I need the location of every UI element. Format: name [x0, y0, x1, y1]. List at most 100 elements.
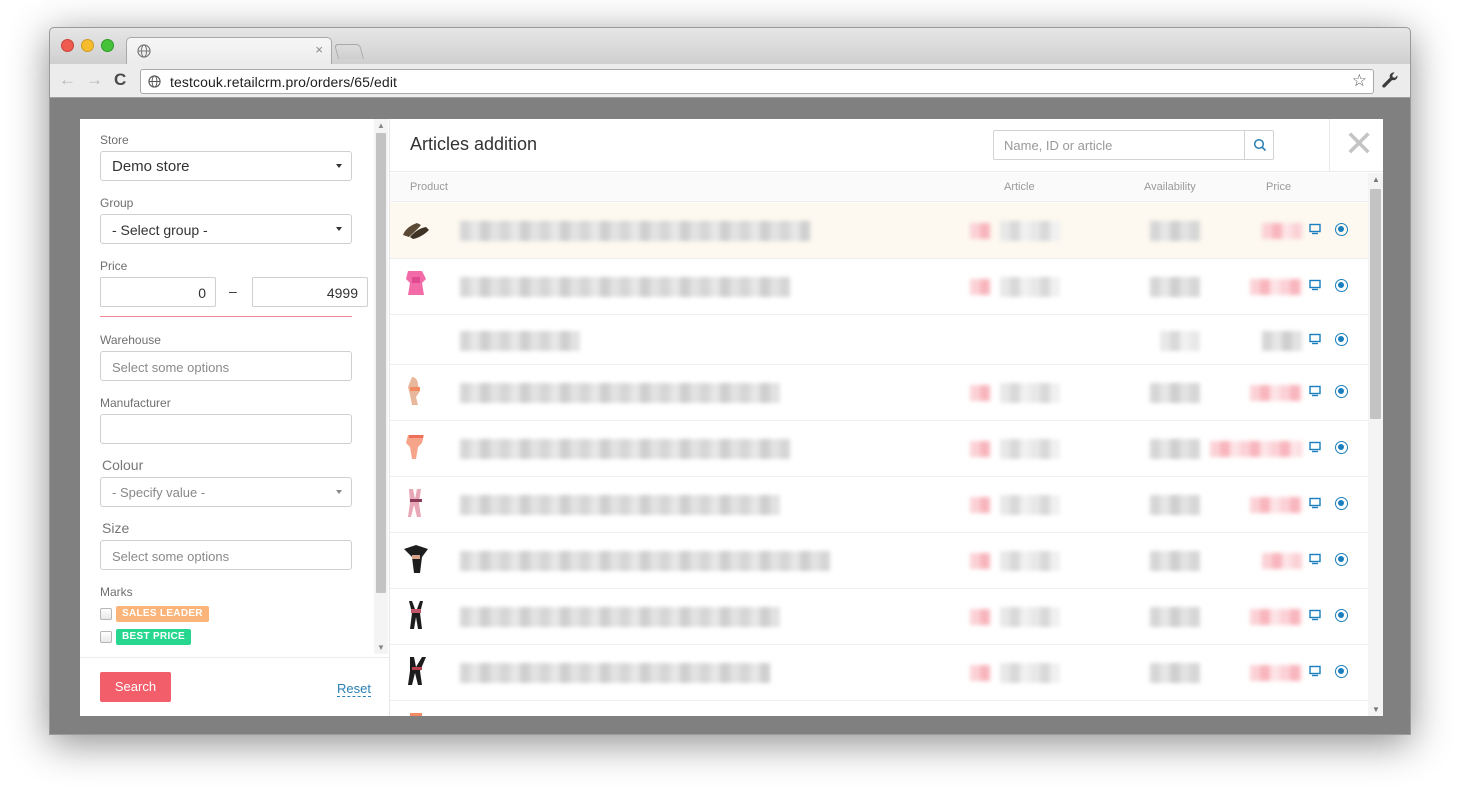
price-divider	[100, 316, 352, 317]
filter-footer: Search Reset	[80, 657, 389, 716]
colour-select-value: - Specify value -	[112, 485, 206, 500]
column-availability[interactable]: Availability	[1144, 181, 1196, 193]
group-select[interactable]: - Select group -	[100, 214, 352, 244]
monitor-icon[interactable]	[1309, 609, 1321, 621]
scroll-up-icon[interactable]: ▲	[1372, 175, 1380, 184]
monitor-icon[interactable]	[1309, 279, 1321, 291]
search-button[interactable]: Search	[100, 672, 171, 702]
monitor-icon[interactable]	[1309, 385, 1321, 397]
store-select[interactable]: Demo store	[100, 151, 352, 181]
blurred-marker	[970, 223, 990, 239]
blurred-article	[1000, 277, 1060, 297]
select-radio[interactable]	[1335, 665, 1348, 678]
articles-panel: Articles addition Name, ID or article ✕	[390, 119, 1383, 716]
table-row[interactable]	[390, 533, 1368, 589]
sales-leader-badge: SALES LEADER	[116, 606, 209, 622]
articles-table-header: Product Article Availability Price	[390, 173, 1368, 202]
blurred-product-name	[460, 495, 780, 515]
new-tab-button[interactable]	[333, 44, 365, 59]
table-row[interactable]	[390, 645, 1368, 701]
title-bar: ×	[50, 28, 1410, 64]
price-max-input[interactable]: 4999	[252, 277, 368, 307]
url-text[interactable]: testcouk.retailcrm.pro/orders/65/edit	[170, 74, 397, 90]
column-price[interactable]: Price	[1266, 181, 1291, 193]
scroll-down-icon[interactable]: ▼	[377, 643, 385, 652]
manufacturer-input[interactable]	[100, 414, 352, 444]
table-row[interactable]	[390, 365, 1368, 421]
scroll-down-icon[interactable]: ▼	[1372, 705, 1380, 714]
blurred-price	[1262, 331, 1302, 351]
blurred-availability	[1150, 607, 1200, 627]
tab-close-icon[interactable]: ×	[315, 42, 323, 57]
monitor-icon[interactable]	[1309, 441, 1321, 453]
price-separator: –	[229, 283, 237, 299]
warehouse-label: Warehouse	[100, 333, 161, 347]
blurred-article	[1000, 439, 1060, 459]
price-label: Price	[100, 259, 128, 273]
articles-scrollbar[interactable]: ▲ ▼	[1368, 173, 1383, 716]
select-radio[interactable]	[1335, 279, 1348, 292]
articles-scroll-thumb[interactable]	[1370, 189, 1381, 419]
browser-tab[interactable]: ×	[126, 37, 332, 64]
article-search-button[interactable]	[1244, 131, 1273, 159]
monitor-icon[interactable]	[1309, 665, 1321, 677]
table-row[interactable]	[390, 259, 1368, 315]
best-price-checkbox[interactable]	[100, 631, 112, 643]
select-radio[interactable]	[1335, 223, 1348, 236]
warehouse-multiselect[interactable]: Select some options	[100, 351, 352, 381]
table-row[interactable]	[390, 589, 1368, 645]
table-row[interactable]	[390, 315, 1368, 365]
minimize-window-button[interactable]	[81, 39, 94, 52]
articles-table-body	[390, 203, 1368, 716]
table-row[interactable]	[390, 421, 1368, 477]
filter-scroll-thumb[interactable]	[376, 133, 386, 593]
table-row[interactable]	[390, 477, 1368, 533]
globe-icon	[137, 44, 151, 58]
page-title: Articles addition	[410, 134, 538, 154]
reload-icon[interactable]: C	[114, 70, 126, 90]
colour-select[interactable]: - Specify value -	[100, 477, 352, 507]
articles-header: Articles addition Name, ID or article ✕	[390, 119, 1383, 172]
article-search-input[interactable]: Name, ID or article	[1004, 138, 1112, 153]
close-window-button[interactable]	[61, 39, 74, 52]
zoom-window-button[interactable]	[101, 39, 114, 52]
back-arrow-icon[interactable]: ←	[59, 70, 76, 90]
blurred-product-name	[460, 663, 770, 683]
address-bar[interactable]: testcouk.retailcrm.pro/orders/65/edit ☆	[140, 69, 1374, 94]
monitor-icon[interactable]	[1309, 333, 1321, 345]
product-thumbnail	[406, 271, 426, 295]
best-price-badge: BEST PRICE	[116, 629, 192, 645]
select-radio[interactable]	[1335, 333, 1348, 346]
monitor-icon[interactable]	[1309, 497, 1321, 509]
blurred-product-name	[460, 439, 790, 459]
select-radio[interactable]	[1335, 609, 1348, 622]
close-modal-button[interactable]: ✕	[1329, 119, 1383, 172]
price-min-input[interactable]: 0	[100, 277, 216, 307]
scroll-up-icon[interactable]: ▲	[377, 121, 385, 130]
filter-scrollbar[interactable]: ▲ ▼	[374, 119, 388, 654]
sales-leader-checkbox[interactable]	[100, 608, 112, 620]
blurred-marker	[970, 553, 990, 569]
product-thumbnail	[409, 601, 423, 629]
column-product[interactable]: Product	[410, 181, 448, 193]
blurred-marker	[970, 497, 990, 513]
blurred-marker	[970, 665, 990, 681]
bookmark-star-icon[interactable]: ☆	[1352, 71, 1367, 91]
select-radio[interactable]	[1335, 385, 1348, 398]
reset-link[interactable]: Reset	[337, 682, 371, 697]
blurred-price	[1250, 665, 1302, 681]
table-row[interactable]	[390, 701, 1368, 716]
select-radio[interactable]	[1335, 441, 1348, 454]
table-row[interactable]	[390, 203, 1368, 259]
monitor-icon[interactable]	[1309, 553, 1321, 565]
store-label: Store	[100, 133, 129, 147]
select-radio[interactable]	[1335, 497, 1348, 510]
monitor-icon[interactable]	[1309, 223, 1321, 235]
forward-arrow-icon[interactable]: →	[86, 70, 103, 90]
manufacturer-label: Manufacturer	[100, 396, 171, 410]
size-multiselect[interactable]: Select some options	[100, 540, 352, 570]
browser-toolbar: ← → C testcouk.retailcrm.pro/orders/65/e…	[50, 64, 1410, 98]
select-radio[interactable]	[1335, 553, 1348, 566]
column-article[interactable]: Article	[1004, 181, 1035, 193]
wrench-icon[interactable]	[1380, 70, 1400, 90]
